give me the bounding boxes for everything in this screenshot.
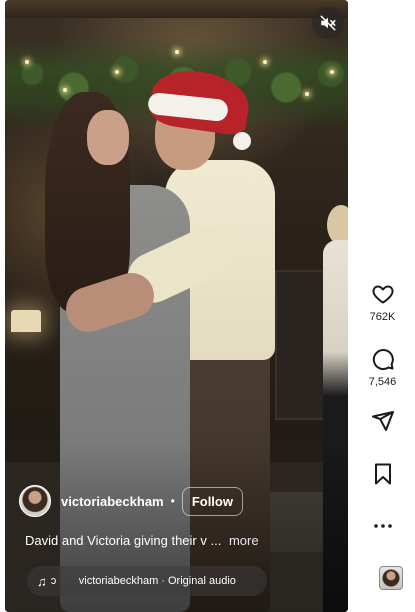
string-light	[63, 88, 67, 92]
string-light	[175, 50, 179, 54]
author-name[interactable]: victoriabeckham	[61, 494, 164, 509]
caption-text: David and Victoria giving their v ...	[25, 533, 222, 548]
door	[275, 270, 327, 420]
more-options-button[interactable]	[350, 514, 415, 538]
string-light	[305, 92, 309, 96]
author-row: victoriabeckham • Follow	[19, 484, 243, 518]
string-light	[263, 60, 267, 64]
string-light	[115, 70, 119, 74]
audio-marquee: ɔ	[50, 575, 57, 587]
more-dots-icon	[373, 524, 392, 528]
author-avatar[interactable]	[19, 485, 51, 517]
video-frame	[5, 0, 348, 612]
background-person-head	[327, 205, 348, 245]
follow-button[interactable]: Follow	[181, 486, 243, 516]
heart-icon	[372, 285, 393, 304]
lamp	[11, 310, 41, 332]
mute-button[interactable]	[312, 7, 344, 39]
string-light	[330, 70, 334, 74]
ceiling-beam	[5, 0, 348, 18]
separator-dot: •	[170, 494, 175, 508]
music-note-icon: ♫	[37, 573, 47, 589]
caption-more-link[interactable]: more	[229, 533, 259, 548]
share-button[interactable]	[350, 409, 415, 433]
like-button[interactable]: 762K	[350, 282, 415, 323]
santa-hat-pom	[233, 132, 251, 150]
caption: David and Victoria giving their v ... mo…	[25, 533, 259, 548]
reel-video[interactable]: victoriabeckham • Follow David and Victo…	[5, 0, 348, 612]
paper-plane-icon	[371, 411, 394, 431]
string-light	[25, 60, 29, 64]
woman-face	[87, 110, 129, 165]
comment-button[interactable]: 7,546	[350, 347, 415, 388]
comment-bubble-icon	[372, 349, 394, 371]
bookmark-icon	[374, 463, 391, 485]
audio-label: victoriabeckham · Original audio	[78, 575, 236, 587]
audio-thumbnail[interactable]	[379, 566, 403, 590]
save-button[interactable]	[350, 462, 415, 486]
like-count: 762K	[369, 311, 396, 323]
speaker-muted-icon	[320, 15, 336, 31]
audio-attribution[interactable]: ♫ ɔ victoriabeckham · Original audio	[27, 566, 267, 596]
comment-count: 7,546	[368, 376, 397, 388]
